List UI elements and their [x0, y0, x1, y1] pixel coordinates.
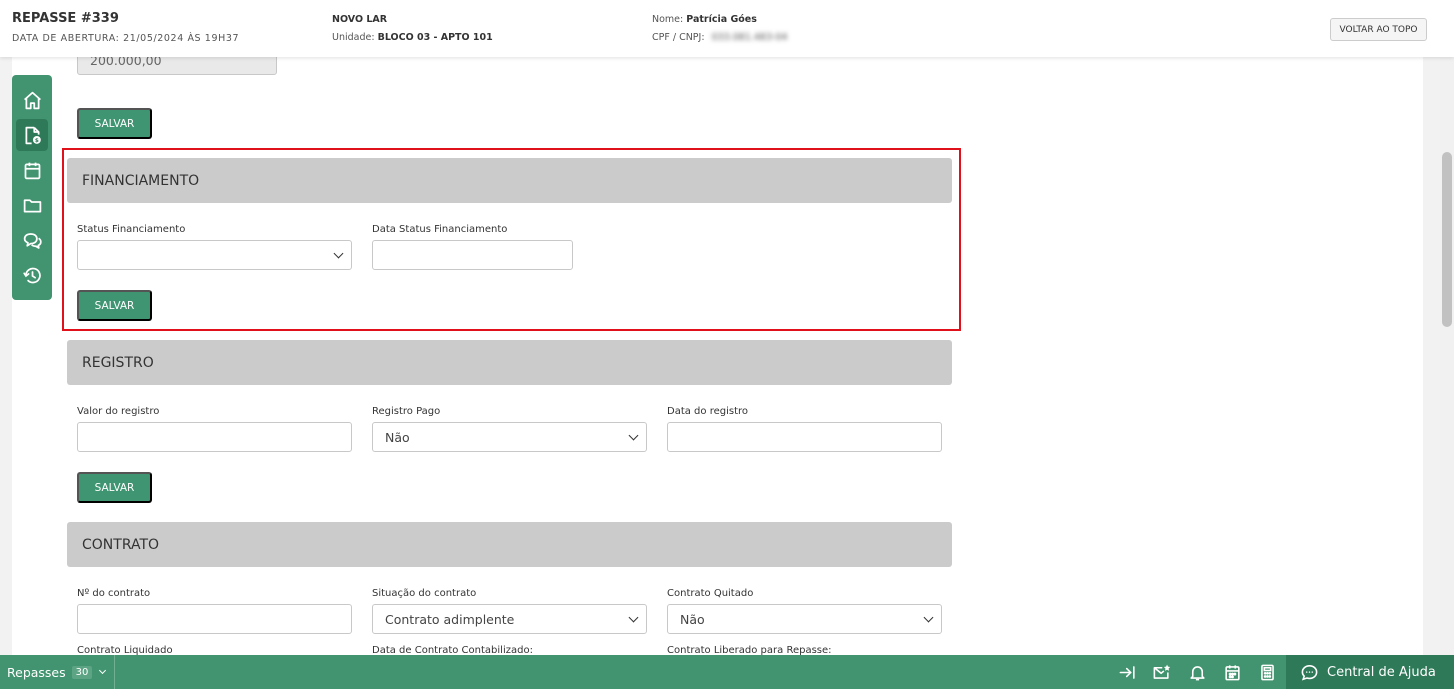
save-button-registro[interactable]: SALVAR [77, 472, 152, 503]
chat-icon[interactable] [16, 224, 48, 256]
cpf-label: CPF / CNPJ: [652, 32, 705, 43]
contrato-quitado-label: Contrato Quitado [667, 588, 754, 599]
registro-pago-label: Registro Pago [372, 406, 441, 417]
help-center-button[interactable]: Central de Ajuda [1286, 655, 1454, 689]
sidebar-icon-rail: $ [12, 75, 52, 300]
calendar-footer-icon[interactable] [1222, 662, 1242, 682]
calendar-icon[interactable] [16, 154, 48, 186]
opening-date: DATA DE ABERTURA: 21/05/2024 ÀS 19H37 [12, 33, 240, 44]
name-label: Nome: [652, 14, 684, 25]
client-name: Nome: Patrícia Góes [652, 14, 757, 25]
bell-icon[interactable] [1187, 662, 1207, 682]
situacao-contrato-select[interactable]: Contrato adimplente [372, 604, 647, 634]
client-document: CPF / CNPJ: 033.081.483-04 [652, 32, 788, 43]
page-scrollbar[interactable] [1440, 57, 1454, 655]
data-status-financiamento-input[interactable] [372, 240, 573, 270]
numero-contrato-label: Nº do contrato [77, 588, 151, 599]
contrato-liberado-label: Contrato Liberado para Repasse: [667, 645, 832, 655]
section-financiamento-title: FINANCIAMENTO [67, 158, 952, 203]
count-badge: 30 [71, 665, 93, 679]
help-center-label: Central de Ajuda [1327, 664, 1436, 680]
numero-contrato-input[interactable] [77, 604, 352, 634]
mail-star-icon[interactable] [1151, 662, 1171, 682]
unit-value: BLOCO 03 - APTO 101 [377, 32, 493, 43]
contrato-liquidado-label: Contrato Liquidado [77, 645, 173, 655]
data-registro-label: Data do registro [667, 406, 749, 417]
calculator-icon[interactable] [1257, 662, 1277, 682]
save-button-previous[interactable]: SALVAR [77, 108, 152, 139]
module-label: Repasses [7, 664, 66, 680]
scrollbar-thumb[interactable] [1442, 152, 1452, 327]
bottom-bar: Repasses 30 Central de Ajuda [0, 655, 1454, 689]
data-registro-input[interactable] [667, 422, 942, 452]
chevron-down-icon [99, 666, 107, 675]
home-icon[interactable] [16, 84, 48, 116]
contrato-quitado-select[interactable]: Não [667, 604, 942, 634]
save-button-financiamento[interactable]: SALVAR [77, 290, 152, 321]
previous-value-field: 200.000,00 [77, 57, 277, 75]
history-icon[interactable] [16, 259, 48, 291]
document-badge-icon[interactable]: $ [16, 119, 48, 151]
cpf-value-redacted: 033.081.483-04 [711, 32, 788, 43]
folder-icon[interactable] [16, 189, 48, 221]
valor-registro-label: Valor do registro [77, 406, 160, 417]
contrato-contabilizado-label: Data de Contrato Contabilizado: [372, 645, 533, 655]
data-status-financiamento-label: Data Status Financiamento [372, 224, 508, 235]
main-content: 200.000,00 SALVAR FINANCIAMENTO Status F… [12, 57, 1423, 655]
situacao-contrato-label: Situação do contrato [372, 588, 477, 599]
collapse-right-icon[interactable] [1117, 662, 1137, 682]
name-value: Patrícia Góes [686, 14, 757, 25]
page-title: REPASSE #339 [12, 11, 119, 26]
svg-text:$: $ [34, 137, 38, 143]
unit-label: Unidade: [332, 32, 375, 43]
top-header: REPASSE #339 DATA DE ABERTURA: 21/05/202… [0, 0, 1454, 57]
status-financiamento-label: Status Financiamento [77, 224, 186, 235]
status-financiamento-select[interactable] [77, 240, 352, 270]
unit-info: Unidade: BLOCO 03 - APTO 101 [332, 32, 493, 43]
module-selector[interactable]: Repasses 30 [0, 655, 115, 689]
valor-registro-input[interactable] [77, 422, 352, 452]
registro-pago-select[interactable]: Não [372, 422, 647, 452]
back-to-top-button[interactable]: VOLTAR AO TOPO [1330, 18, 1427, 41]
project-name: NOVO LAR [332, 14, 388, 25]
section-contrato-title: CONTRATO [67, 522, 952, 567]
chat-bubble-icon [1301, 664, 1318, 680]
section-registro-title: REGISTRO [67, 340, 952, 385]
